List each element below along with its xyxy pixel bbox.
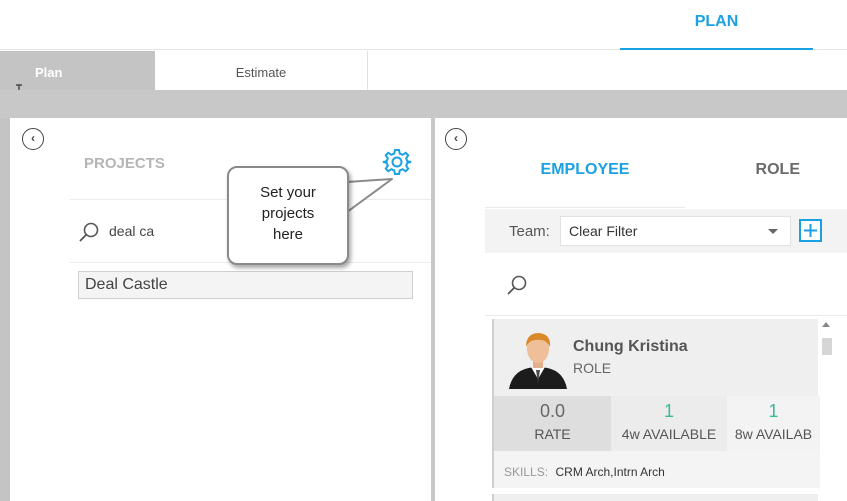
tab-plan-main[interactable]: PLAN (620, 0, 813, 50)
sub-tab-bar: Plan Estimate (0, 51, 847, 102)
next-employee-card[interactable] (492, 494, 818, 501)
employee-role: ROLE (573, 360, 612, 376)
skills-row: SKILLS: CRM Arch,Intrn Arch (494, 451, 820, 488)
employee-search-row (485, 253, 847, 316)
availability-8w-stat: 1 8w AVAILAB (727, 396, 820, 451)
add-filter-button[interactable] (799, 219, 822, 242)
availability-4w-stat: 1 4w AVAILABLE (611, 396, 727, 451)
team-label: Team: (509, 223, 550, 240)
app-window: PLAN Plan Estimate ‹ PROJECTS deal ca De… (0, 0, 847, 501)
scroll-thumb[interactable] (822, 338, 832, 355)
callout-pointer (346, 178, 393, 213)
project-search-input[interactable]: deal ca (109, 223, 154, 239)
employee-card[interactable]: Chung Kristina ROLE 0.0 RATE 1 4w AVAILA… (492, 319, 820, 488)
team-filter-row: Team: Clear Filter (485, 209, 847, 253)
team-filter-value: Clear Filter (569, 223, 638, 239)
rate-value: 0.0 (539, 401, 566, 421)
rate-label: RATE (534, 426, 571, 442)
callout-line: here (272, 226, 304, 243)
employee-list-scrollbar[interactable] (820, 319, 834, 501)
skills-value: CRM Arch,Intrn Arch (555, 465, 665, 479)
rate-stat: 0.0 RATE (494, 396, 611, 451)
projects-title: PROJECTS (84, 155, 165, 172)
callout-line: Set your (260, 184, 316, 201)
tooltip-callout: Set your projects here (227, 166, 349, 265)
availability-8w-value: 1 (768, 401, 779, 421)
availability-4w-value: 1 (663, 401, 674, 421)
search-icon[interactable] (78, 221, 100, 243)
scroll-up-icon[interactable] (822, 322, 830, 327)
collapse-left-icon[interactable]: ‹ (445, 128, 467, 150)
toolbar-strip (0, 90, 847, 118)
subtab-estimate[interactable]: Estimate (155, 51, 368, 91)
project-result-item[interactable]: Deal Castle (78, 271, 413, 299)
team-filter-select[interactable]: Clear Filter (560, 216, 791, 246)
tab-employee[interactable]: EMPLOYEE (485, 148, 685, 208)
skills-label: SKILLS: (504, 465, 549, 479)
top-header: PLAN (0, 0, 847, 50)
availability-4w-label: 4w AVAILABLE (621, 426, 717, 442)
resources-panel: ‹ EMPLOYEE ROLE Team: Clear Filter Chung… (435, 118, 847, 501)
callout-line: projects (261, 205, 315, 222)
left-edge-strip (0, 118, 10, 501)
chevron-down-icon (768, 229, 778, 234)
collapse-left-icon[interactable]: ‹ (22, 128, 44, 150)
employee-name: Chung Kristina (573, 338, 688, 355)
search-icon[interactable] (506, 274, 528, 296)
availability-8w-label: 8w AVAILAB (734, 426, 813, 442)
gear-icon[interactable] (382, 147, 412, 177)
tab-role[interactable]: ROLE (685, 148, 847, 208)
avatar (509, 333, 567, 389)
